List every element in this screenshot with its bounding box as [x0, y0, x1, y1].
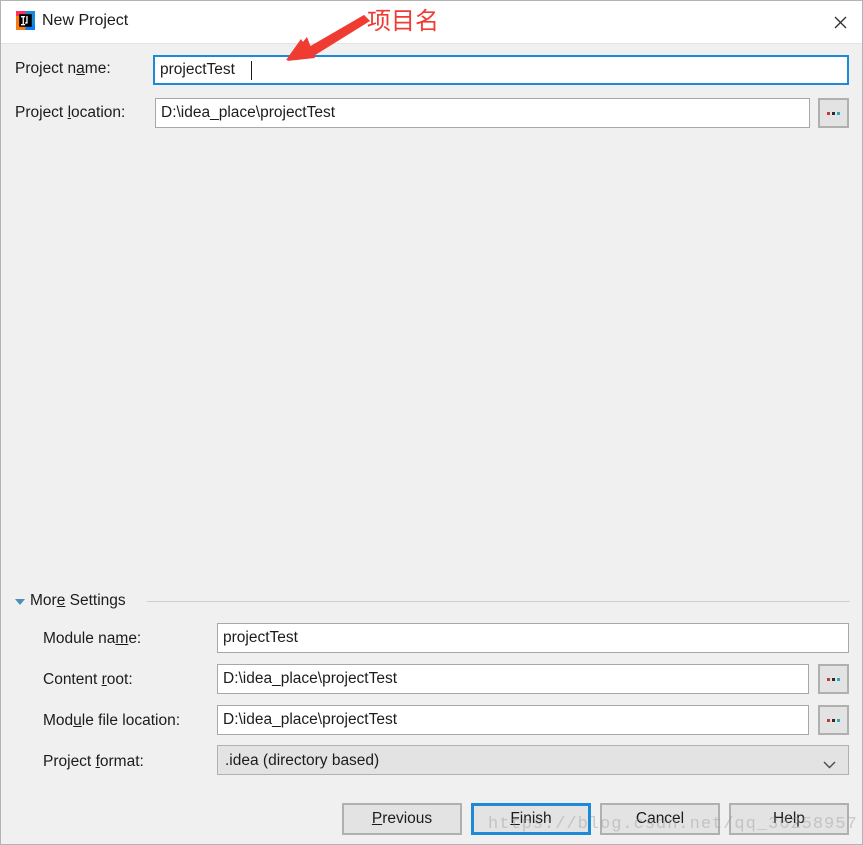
label-text-post: le file location: — [81, 712, 181, 729]
content-root-input[interactable] — [217, 664, 809, 694]
intellij-idea-icon — [16, 11, 35, 30]
content-root-label: Content root: — [43, 670, 133, 690]
label-text-post: oot: — [106, 671, 133, 688]
label-text-pre: Project — [15, 104, 68, 121]
text-caret — [251, 61, 252, 80]
content-root-browse-button[interactable] — [818, 664, 849, 694]
triangle-down-icon — [15, 599, 25, 605]
ellipsis-icon — [827, 111, 840, 115]
dialog-titlebar: New Project — [1, 1, 862, 44]
label-mnemonic: a — [76, 60, 85, 77]
project-location-browse-button[interactable] — [818, 98, 849, 128]
project-format-label: Project format: — [43, 752, 144, 772]
watermark-text: https://blog.csdn.net/qq_36258957 — [488, 815, 858, 834]
project-name-label: Project name: — [15, 59, 111, 79]
label-text-pre: Mor — [30, 592, 57, 609]
label-text-post: ormat: — [99, 753, 144, 770]
label-text-pre: Project n — [15, 60, 77, 77]
label-text-pre: Mod — [43, 712, 74, 729]
module-file-location-label: Module file location: — [43, 711, 180, 731]
new-project-dialog: New Project Project name: Project locati… — [0, 0, 863, 845]
more-settings-toggle[interactable]: More Settings — [15, 590, 126, 612]
dialog-title: New Project — [42, 12, 129, 29]
label-text-pre: Module na — [43, 630, 116, 647]
label-text-post: Settings — [65, 592, 126, 609]
label-text-post: ocation: — [71, 104, 126, 121]
label-text-post: me: — [84, 60, 111, 77]
module-file-location-input[interactable] — [217, 705, 809, 735]
ellipsis-icon — [827, 718, 840, 722]
project-location-label: Project location: — [15, 103, 125, 123]
button-label: Previous — [371, 810, 433, 827]
module-name-label: Module name: — [43, 629, 141, 649]
label-text-post: e: — [128, 630, 142, 647]
label-text-pre: Content — [43, 671, 102, 688]
module-name-input[interactable] — [217, 623, 849, 653]
label-mnemonic: u — [73, 712, 82, 729]
close-icon[interactable] — [817, 1, 862, 43]
label-mnemonic: P — [371, 810, 383, 827]
more-settings-label: More Settings — [30, 591, 126, 611]
ellipsis-icon — [827, 677, 840, 681]
project-format-selected-value: .idea (directory based) — [225, 752, 380, 769]
module-file-location-browse-button[interactable] — [818, 705, 849, 735]
label-text-pre: Project — [43, 753, 96, 770]
section-divider — [147, 601, 850, 602]
previous-button[interactable]: Previous — [342, 803, 462, 835]
project-location-input[interactable] — [155, 98, 810, 128]
project-name-input[interactable] — [153, 55, 849, 85]
label-mnemonic: m — [115, 630, 129, 647]
project-format-dropdown[interactable]: .idea (directory based) — [217, 745, 849, 775]
chevron-down-icon — [823, 756, 836, 774]
